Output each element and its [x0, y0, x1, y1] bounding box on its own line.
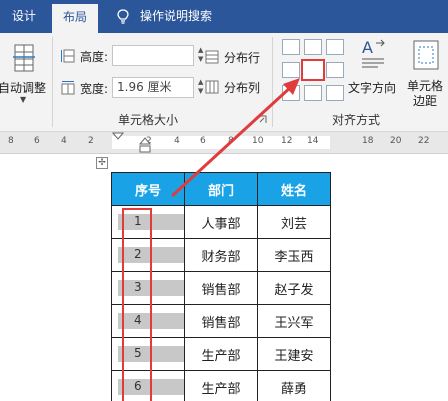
first-line-indent-icon[interactable] — [112, 132, 124, 140]
row-height-input[interactable] — [112, 45, 194, 66]
distribute-columns-label: 分布列 — [224, 81, 261, 95]
lightbulb-icon — [117, 9, 129, 24]
table-cell[interactable]: 薛勇 — [257, 370, 331, 401]
alignment-group-label: 对齐方式 — [332, 113, 381, 127]
align-center-left-button[interactable] — [282, 62, 300, 78]
column-width-icon — [61, 81, 75, 95]
ruler-tick: 10 — [252, 136, 264, 146]
table-cell[interactable]: 生产部 — [184, 370, 258, 401]
align-bottom-right-button[interactable] — [326, 85, 344, 101]
text-direction-button[interactable]: A 文字方向 — [348, 37, 398, 107]
ribbon-layout-panel: 自动调整 ▼ 高度: ▲ ▼ 宽度: 1.96 厘米 ▲ ▼ 分布行 分布列 单… — [0, 33, 448, 132]
ruler-tick: 4 — [174, 136, 180, 146]
ruler-tick: 6 — [200, 136, 206, 146]
tab-layout[interactable]: 布局 — [52, 4, 98, 33]
header-cell[interactable]: 序号 — [111, 172, 185, 206]
table-cell[interactable]: 人事部 — [184, 205, 258, 239]
table-cell[interactable]: 王建安 — [257, 337, 331, 371]
ruler-tick: 20 — [390, 136, 402, 146]
horizontal-ruler[interactable]: 8 6 4 2 2 4 6 8 10 12 14 18 20 22 — [0, 132, 448, 154]
ruler-tick: 8 — [8, 136, 14, 146]
divider — [52, 37, 53, 127]
table-cell[interactable]: 赵子发 — [257, 271, 331, 305]
ruler-tick: 12 — [281, 136, 293, 146]
cell-margins-button[interactable]: 单元格 边距 — [402, 37, 448, 108]
row-height-label: 高度: — [80, 50, 109, 64]
distribute-rows-label: 分布行 — [224, 51, 261, 65]
ruler-tick: 4 — [61, 136, 67, 146]
align-top-right-button[interactable] — [326, 39, 344, 55]
table-cell[interactable]: 刘芸 — [257, 205, 331, 239]
table-cell[interactable]: 财务部 — [184, 238, 258, 272]
ruler-tick: 22 — [418, 136, 430, 146]
ribbon-tab-bar: 设计 布局 操作说明搜索 — [0, 0, 448, 33]
align-top-center-button[interactable] — [304, 39, 322, 55]
table-cell[interactable]: 销售部 — [184, 304, 258, 338]
text-direction-icon: A — [362, 38, 385, 68]
autofit-button[interactable]: 自动调整 ▼ — [0, 39, 50, 104]
tab-design[interactable]: 设计 — [6, 0, 42, 33]
table-move-handle-icon[interactable]: ✢ — [96, 157, 108, 169]
ruler-tick: 8 — [228, 136, 234, 146]
align-center-button[interactable] — [301, 59, 325, 81]
distribute-rows-icon — [205, 50, 219, 64]
tell-me-search[interactable]: 操作说明搜索 — [140, 0, 212, 33]
divider — [272, 37, 273, 127]
table-cell[interactable]: 李玉西 — [257, 238, 331, 272]
align-bottom-center-button[interactable] — [304, 85, 322, 101]
ruler-tick: 2 — [88, 136, 94, 146]
table-cell[interactable]: 销售部 — [184, 271, 258, 305]
header-cell[interactable]: 部门 — [184, 172, 258, 206]
align-bottom-left-button[interactable] — [282, 85, 300, 101]
row-height-icon — [61, 49, 75, 63]
dialog-launcher-icon[interactable] — [258, 115, 267, 124]
table-header-row: 序号 部门 姓名 — [111, 172, 331, 206]
ruler-tick: 18 — [362, 136, 374, 146]
chevron-down-icon: ▼ — [20, 95, 27, 104]
ruler-tick: 6 — [34, 136, 40, 146]
ruler-tick: 14 — [307, 136, 319, 146]
cell-margins-icon — [413, 40, 439, 70]
distribute-columns-icon — [205, 80, 219, 94]
table-cell[interactable]: 王兴军 — [257, 304, 331, 338]
align-top-left-button[interactable] — [282, 39, 300, 55]
indent-marker-icon[interactable] — [138, 136, 152, 154]
column-width-label: 宽度: — [80, 82, 109, 96]
align-center-right-button[interactable] — [326, 62, 344, 78]
svg-text:A: A — [362, 38, 373, 57]
column-width-input[interactable]: 1.96 厘米 — [112, 77, 194, 98]
document-area[interactable]: ✢ 序号 部门 姓名 1 人事部 刘芸 2 财务部 李玉西 3 销售部 赵子发 … — [0, 155, 448, 401]
cell-size-group-label: 单元格大小 — [118, 113, 179, 127]
autofit-label: 自动调整 — [0, 81, 47, 95]
table-cell[interactable]: 生产部 — [184, 337, 258, 371]
cell-margins-label: 单元格 边距 — [406, 79, 443, 108]
autofit-icon — [13, 44, 35, 72]
header-cell[interactable]: 姓名 — [257, 172, 331, 206]
text-direction-label: 文字方向 — [348, 81, 397, 95]
highlight-box — [122, 208, 152, 401]
